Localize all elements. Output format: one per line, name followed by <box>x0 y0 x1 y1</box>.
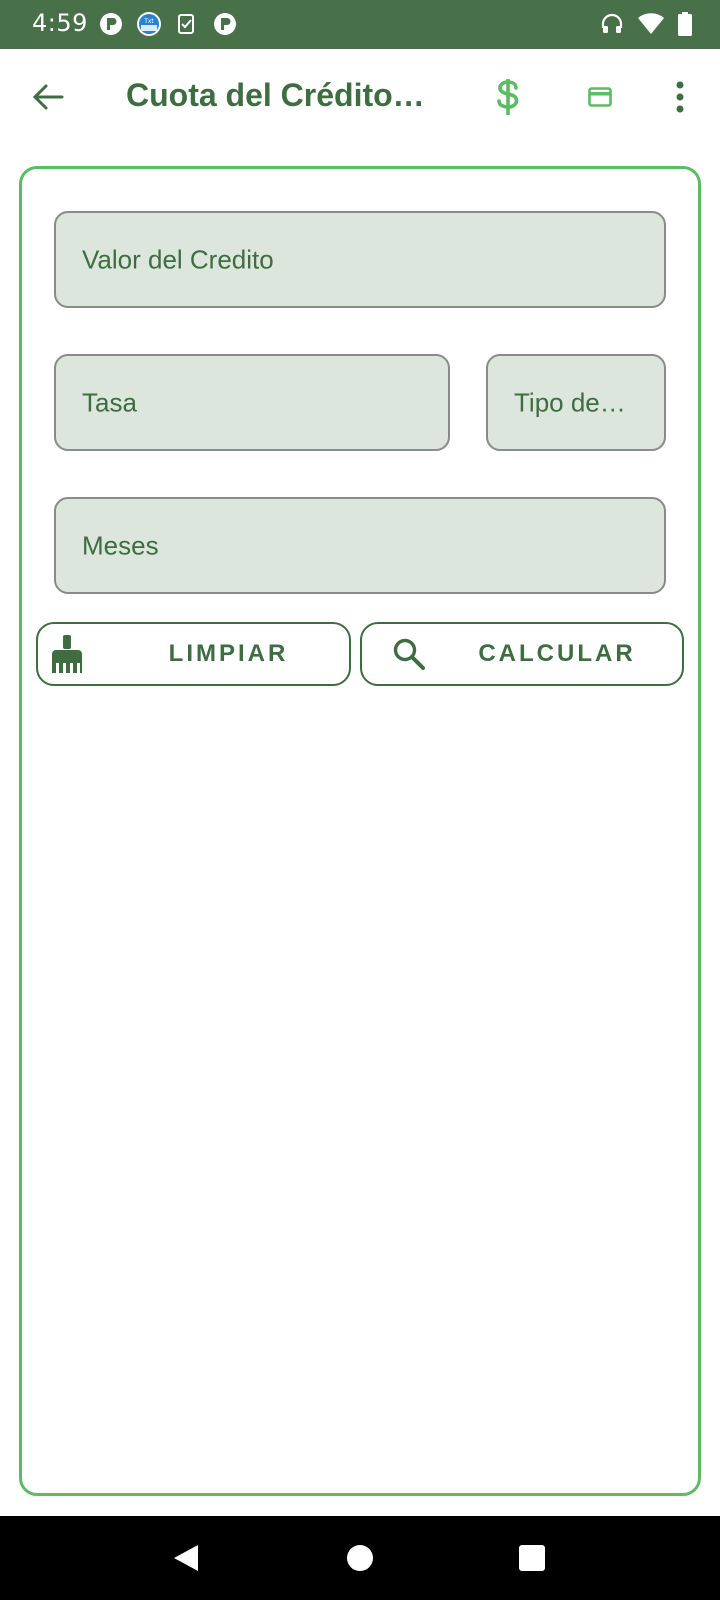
p-circle-icon <box>212 11 238 37</box>
dollar-icon <box>497 79 519 115</box>
nav-recents-button[interactable] <box>508 1534 556 1582</box>
nav-back-icon <box>174 1545 198 1571</box>
system-nav-bar <box>0 1516 720 1600</box>
limpiar-button[interactable]: LIMPIAR <box>36 622 351 686</box>
valor-credito-field[interactable]: Valor del Credito <box>54 211 666 308</box>
meses-field[interactable]: Meses <box>54 497 666 594</box>
nav-home-button[interactable] <box>336 1534 384 1582</box>
globe-badge-icon: Txt <box>136 11 162 37</box>
clipboard-check-icon <box>174 11 200 37</box>
meses-placeholder: Meses <box>82 530 159 560</box>
limpiar-label: LIMPIAR <box>168 640 289 667</box>
app-bar: Cuota del Crédito… <box>0 49 720 145</box>
search-icon <box>392 637 426 671</box>
broom-icon <box>50 634 86 674</box>
currency-button[interactable] <box>482 71 534 123</box>
nav-back-button[interactable] <box>162 1534 210 1582</box>
more-vert-icon <box>676 81 684 113</box>
status-time: 4:59 <box>32 9 88 37</box>
tipo-tasa-placeholder: Tipo de… <box>514 387 626 417</box>
tasa-field[interactable]: Tasa <box>54 354 450 451</box>
svg-text:Txt: Txt <box>143 18 154 25</box>
nav-recents-icon <box>519 1545 545 1571</box>
tipo-tasa-field[interactable]: Tipo de… <box>486 354 666 451</box>
wifi-icon <box>638 11 664 37</box>
arrow-back-icon <box>32 84 64 110</box>
p-circle-icon <box>98 11 124 37</box>
tasa-placeholder: Tasa <box>82 387 137 417</box>
status-bar: 4:59 Txt <box>0 0 720 49</box>
valor-credito-placeholder: Valor del Credito <box>82 244 274 274</box>
more-options-button[interactable] <box>654 71 706 123</box>
calcular-button[interactable]: CALCULAR <box>360 622 684 686</box>
card-button[interactable] <box>574 71 626 123</box>
headphones-icon <box>600 11 624 37</box>
system-icons <box>600 11 692 37</box>
credit-card-icon <box>588 87 612 107</box>
nav-home-icon <box>347 1545 373 1571</box>
back-button[interactable] <box>24 71 72 123</box>
page-title: Cuota del Crédito… <box>126 77 425 113</box>
battery-icon <box>678 11 692 37</box>
calcular-label: CALCULAR <box>478 640 636 667</box>
notification-icons: Txt <box>98 11 238 37</box>
